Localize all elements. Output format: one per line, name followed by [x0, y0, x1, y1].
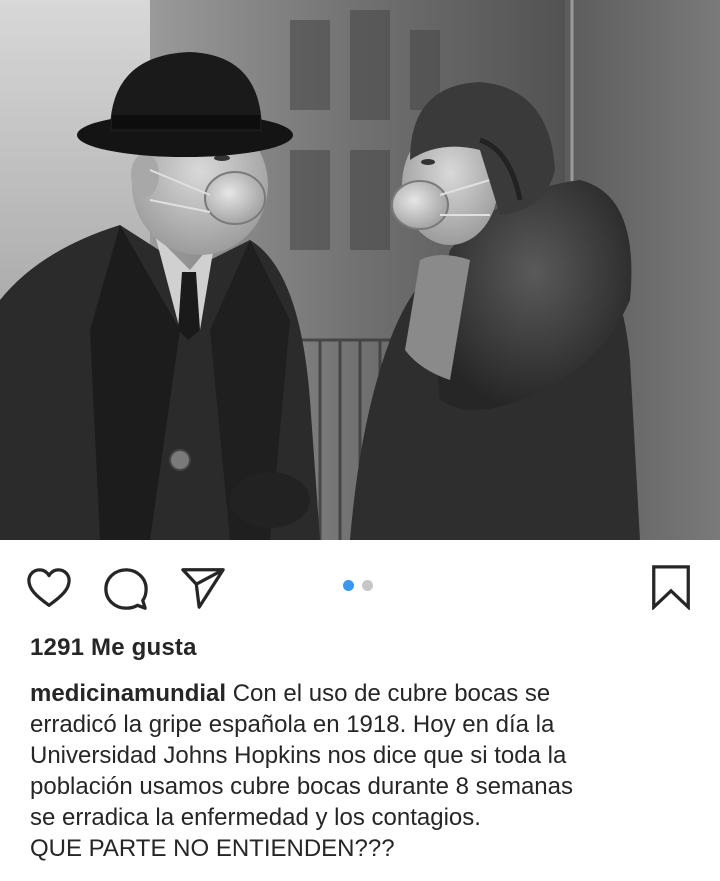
caption-text: Con el uso de cubre bocas se [232, 680, 551, 707]
caption-line: QUE PARTE NO ENTIENDEN??? [30, 835, 395, 862]
post-action-bar [0, 540, 720, 635]
post-photo[interactable] [0, 0, 720, 540]
comment-icon[interactable] [103, 566, 149, 612]
caption-line: población usamos cubre bocas durante 8 s… [30, 773, 573, 800]
post-photo-illustration [0, 0, 720, 540]
likes-count[interactable]: 1291 Me gusta [30, 634, 197, 662]
post-caption: medicinamundial Con el uso de cubre boca… [30, 678, 700, 864]
caption-username[interactable]: medicinamundial [30, 680, 226, 707]
carousel-dot [362, 580, 373, 591]
caption-line: erradicó la gripe española en 1918. Hoy … [30, 711, 555, 738]
heart-icon[interactable] [26, 566, 72, 612]
bookmark-icon[interactable] [648, 564, 694, 610]
caption-line: Universidad Johns Hopkins nos dice que s… [30, 742, 567, 769]
caption-line: se erradica la enfermedad y los contagio… [30, 804, 481, 831]
caption-first-line: medicinamundial Con el uso de cubre boca… [30, 678, 700, 709]
send-icon[interactable] [180, 565, 226, 611]
carousel-dot-active [343, 580, 354, 591]
